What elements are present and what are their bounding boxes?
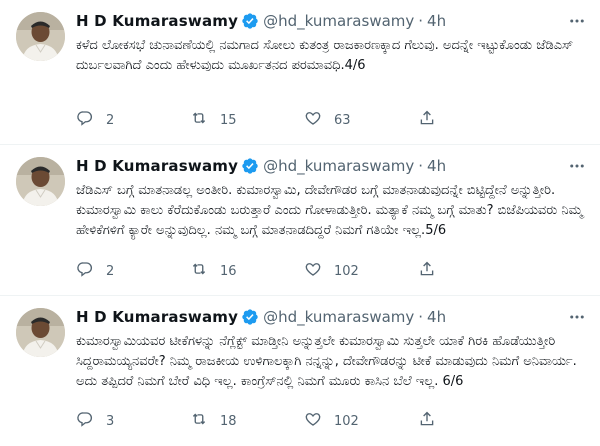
retweet-icon (190, 260, 208, 282)
like-icon (304, 109, 322, 131)
more-icon[interactable] (566, 158, 588, 174)
separator: · (418, 157, 424, 175)
reply-count: 2 (106, 263, 115, 279)
like-icon (304, 260, 322, 282)
retweet-button[interactable]: 15 (190, 109, 304, 131)
like-icon (304, 410, 322, 432)
retweet-icon (190, 109, 208, 131)
tweet[interactable]: H D Kumaraswamy @hd_kumaraswamy · 4h ಕುಮ… (0, 296, 600, 446)
reply-icon (76, 410, 94, 432)
avatar[interactable] (16, 308, 65, 357)
share-button[interactable] (418, 109, 436, 131)
reply-icon (76, 109, 94, 131)
user-handle[interactable]: @hd_kumaraswamy (263, 157, 414, 175)
like-count: 102 (334, 263, 359, 279)
tweet-text: ಕುಮಾರಸ್ವಾಮಿಯವರ ಟೀಕೆಗಳನ್ನು ನೆಗ್ಲೆಕ್ಟ್ ಮಾಡ… (76, 334, 581, 389)
tweet-text: ಜೆಡಿಎಸ್ ಬಗ್ಗೆ ಮಾತನಾಡಲ್ಲ ಅಂತೀರಿ. ಕುಮಾರಸ್ವ… (76, 183, 587, 238)
retweet-button[interactable]: 18 (190, 410, 304, 432)
reply-button[interactable]: 2 (76, 109, 190, 131)
tweet[interactable]: H D Kumaraswamy @hd_kumaraswamy · 4h ಕಳೆ… (0, 0, 600, 145)
share-button[interactable] (418, 260, 436, 282)
tweet-header: H D Kumaraswamy @hd_kumaraswamy · 4h (76, 9, 588, 33)
timestamp[interactable]: 4h (427, 308, 446, 326)
like-button[interactable]: 102 (304, 410, 418, 432)
separator: · (418, 308, 424, 326)
tweet-actions: 2 16 102 (76, 261, 588, 281)
share-button[interactable] (418, 410, 436, 432)
timestamp[interactable]: 4h (427, 157, 446, 175)
verified-badge-icon (241, 308, 259, 326)
verified-badge-icon (241, 12, 259, 30)
reply-button[interactable]: 3 (76, 410, 190, 432)
avatar[interactable] (16, 157, 65, 206)
more-icon[interactable] (566, 13, 588, 29)
retweet-icon (190, 410, 208, 432)
like-button[interactable]: 63 (304, 109, 418, 131)
share-icon (418, 260, 436, 282)
like-count: 102 (334, 413, 359, 429)
separator: · (418, 12, 424, 30)
tweet[interactable]: H D Kumaraswamy @hd_kumaraswamy · 4h ಜೆಡ… (0, 145, 600, 296)
like-count: 63 (334, 112, 351, 128)
tweet-actions: 2 15 63 (76, 110, 588, 130)
reply-count: 3 (106, 413, 115, 429)
tweet-actions: 3 18 102 (76, 411, 588, 431)
reply-icon (76, 260, 94, 282)
retweet-count: 15 (220, 112, 237, 128)
share-icon (418, 109, 436, 131)
verified-badge-icon (241, 157, 259, 175)
display-name[interactable]: H D Kumaraswamy (76, 12, 238, 30)
share-icon (418, 410, 436, 432)
retweet-count: 18 (220, 413, 237, 429)
tweet-text: ಕಳೆದ ಲೋಕಸಭೆ ಚುನಾವಣೆಯಲ್ಲಿ ನಮಗಾದ ಸೋಲು ಕುತಂ… (76, 38, 578, 73)
reply-count: 2 (106, 112, 115, 128)
more-icon[interactable] (566, 309, 588, 325)
reply-button[interactable]: 2 (76, 260, 190, 282)
retweet-count: 16 (220, 263, 237, 279)
user-handle[interactable]: @hd_kumaraswamy (263, 12, 414, 30)
retweet-button[interactable]: 16 (190, 260, 304, 282)
avatar[interactable] (16, 12, 65, 61)
display-name[interactable]: H D Kumaraswamy (76, 157, 238, 175)
user-handle[interactable]: @hd_kumaraswamy (263, 308, 414, 326)
tweet-header: H D Kumaraswamy @hd_kumaraswamy · 4h (76, 305, 588, 329)
timestamp[interactable]: 4h (427, 12, 446, 30)
like-button[interactable]: 102 (304, 260, 418, 282)
tweet-header: H D Kumaraswamy @hd_kumaraswamy · 4h (76, 154, 588, 178)
display-name[interactable]: H D Kumaraswamy (76, 308, 238, 326)
